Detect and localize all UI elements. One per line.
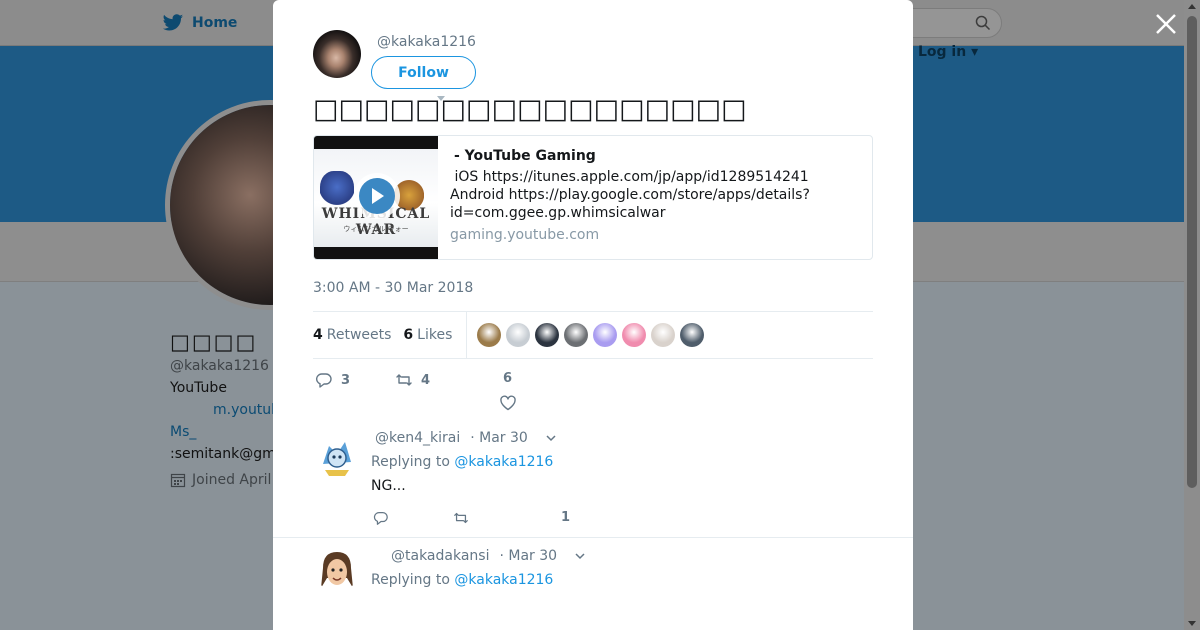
- bio-email: :semitank@gm: [170, 446, 276, 462]
- card-description: iOS https://itunes.apple.com/jp/app/id12…: [450, 169, 810, 221]
- profile-handle: @kakaka1216: [170, 358, 269, 374]
- heart-icon: [500, 395, 516, 411]
- profile-info: □□□□ @kakaka1216 YouTube m.youtub Ms_ :s…: [170, 330, 280, 488]
- home-nav-link[interactable]: Home: [162, 12, 237, 34]
- twitter-bird-icon: [162, 14, 184, 31]
- calendar-icon: [170, 473, 186, 488]
- retweet-action[interactable]: 4: [395, 371, 430, 389]
- thumbnail-subtitle: ウィムジカル ウォー: [343, 225, 409, 233]
- login-link[interactable]: Log in ▾: [918, 44, 978, 60]
- close-icon[interactable]: [1153, 11, 1179, 37]
- liker-avatar[interactable]: [680, 323, 705, 347]
- author-avatar[interactable]: [313, 30, 361, 78]
- page-scrollbar[interactable]: [1184, 0, 1200, 630]
- replying-to: Replying to @kakaka1216: [371, 572, 554, 588]
- reply-retweet-action[interactable]: [453, 510, 469, 526]
- play-icon[interactable]: [354, 173, 400, 219]
- chevron-down-icon[interactable]: [575, 551, 585, 561]
- liker-avatar[interactable]: [506, 323, 531, 347]
- reply-text: NG...: [371, 478, 406, 494]
- reply-icon: [316, 373, 332, 388]
- reply-meta: @ken4_kirai · Mar 30: [375, 430, 556, 446]
- like-action[interactable]: [499, 394, 517, 412]
- liker-avatar[interactable]: [564, 323, 589, 347]
- search-icon: [975, 15, 991, 31]
- follow-button[interactable]: Follow: [371, 56, 476, 89]
- reply-handle[interactable]: @ken4_kirai: [375, 430, 460, 446]
- reply-action[interactable]: 3: [315, 371, 350, 389]
- reply-icon: [373, 512, 388, 525]
- liker-avatars: [477, 323, 705, 347]
- like-count-label: 6: [503, 371, 512, 386]
- bio-line: YouTube: [170, 380, 227, 396]
- bio-mention[interactable]: Ms_: [170, 424, 280, 440]
- link-preview-card[interactable]: WHIMSICAL WAR ウィムジカル ウォー - YouTube Gamin…: [313, 135, 873, 260]
- liker-avatar[interactable]: [535, 323, 560, 347]
- tweet-modal: @kakaka1216 Follow □□□□□□□□□□□□□□□□□ WHI…: [273, 0, 913, 630]
- tweet-actions: 3 4 6: [313, 366, 873, 416]
- retweet-icon: [454, 512, 468, 524]
- retweet-count: 4: [421, 372, 431, 388]
- liker-avatar[interactable]: [593, 323, 618, 347]
- reply-tweet[interactable]: @ken4_kirai · Mar 30 Replying to @kakaka…: [273, 420, 913, 537]
- card-body: - YouTube Gaming iOS https://itunes.appl…: [450, 146, 862, 243]
- reply-handle[interactable]: @takadakansi: [391, 548, 489, 564]
- reply-actions: 1: [371, 510, 611, 534]
- liker-avatar[interactable]: [622, 323, 647, 347]
- liker-avatar[interactable]: [477, 323, 502, 347]
- reply-count: 3: [341, 372, 351, 388]
- reply-meta: @takadakansi · Mar 30: [375, 548, 585, 564]
- reply-avatar[interactable]: [315, 548, 359, 592]
- reply-avatar[interactable]: [315, 434, 359, 478]
- like-count: 6: [503, 371, 513, 386]
- scrollbar-thumb[interactable]: [1187, 16, 1197, 488]
- replying-to: Replying to @kakaka1216: [371, 454, 554, 470]
- author-handle[interactable]: @kakaka1216: [377, 34, 476, 50]
- reply-like-action[interactable]: 1: [561, 510, 570, 525]
- retweet-icon: [396, 374, 412, 386]
- tweet-text: □□□□□□□□□□□□□□□□□: [313, 94, 747, 125]
- joined-date: Joined April: [170, 472, 280, 488]
- card-thumbnail: WHIMSICAL WAR ウィムジカル ウォー: [314, 136, 438, 259]
- scroll-down-arrow-icon[interactable]: [1188, 621, 1196, 626]
- bio-link[interactable]: m.youtub: [213, 402, 280, 418]
- tweet-stats: 4 Retweets 6 Likes: [313, 311, 873, 359]
- reply-tweet[interactable]: @takadakansi · Mar 30 Replying to @kakak…: [273, 538, 913, 630]
- likes-stat[interactable]: 6 Likes: [403, 327, 452, 343]
- retweets-stat[interactable]: 4 Retweets: [313, 327, 391, 343]
- reply-date[interactable]: · Mar 30: [470, 430, 528, 446]
- profile-name: □□□□: [170, 330, 258, 354]
- stats-divider: [466, 311, 468, 359]
- reply-date[interactable]: · Mar 30: [499, 548, 557, 564]
- liker-avatar[interactable]: [651, 323, 676, 347]
- reply-like-count: 1: [561, 510, 571, 525]
- reply-reply-action[interactable]: [373, 510, 389, 526]
- tweet-timestamp[interactable]: 3:00 AM - 30 Mar 2018: [313, 280, 473, 296]
- card-title: - YouTube Gaming: [454, 148, 596, 164]
- replying-to-link[interactable]: @kakaka1216: [454, 572, 553, 588]
- scroll-up-arrow-icon[interactable]: [1188, 4, 1196, 9]
- chevron-down-icon[interactable]: [546, 433, 556, 443]
- replying-to-link[interactable]: @kakaka1216: [454, 454, 553, 470]
- home-label: Home: [192, 15, 238, 31]
- card-domain: gaming.youtube.com: [450, 227, 600, 243]
